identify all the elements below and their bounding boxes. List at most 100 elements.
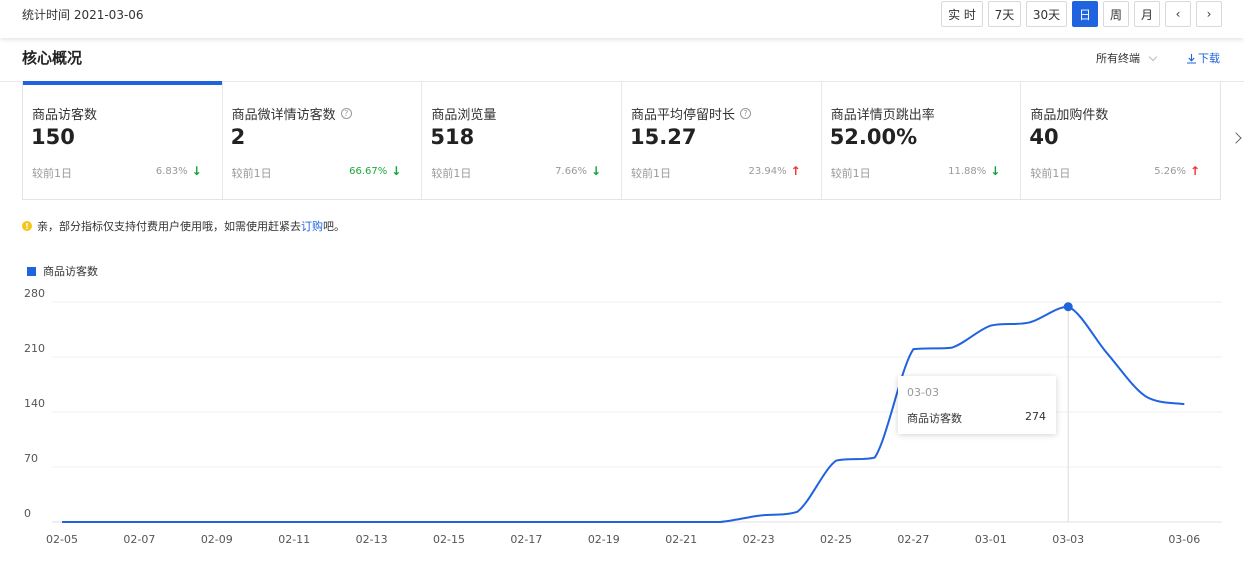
arrow-down-icon: ↓ — [990, 164, 1001, 178]
metric-change: 66.67% ↓ — [349, 165, 401, 177]
metric-value: 40 — [1029, 125, 1059, 149]
x-tick-label: 02-11 — [278, 533, 310, 546]
range-day-button[interactable]: 日 — [1072, 1, 1098, 27]
subscribe-link[interactable]: 订购 — [301, 220, 323, 233]
stat-time: 统计时间 2021-03-06 — [22, 8, 144, 22]
x-tick-label: 02-09 — [201, 533, 233, 546]
metric-value: 15.27 — [630, 125, 697, 149]
next-date-button[interactable]: › — [1196, 1, 1222, 27]
arrow-down-icon: ↓ — [391, 164, 402, 178]
x-tick-label: 02-19 — [588, 533, 620, 546]
x-tick-label: 03-03 — [1052, 533, 1084, 546]
metric-change-pct: 23.94% — [748, 165, 787, 177]
legend-label: 商品访客数 — [43, 265, 98, 278]
metric-change-pct: 6.83% — [155, 165, 188, 177]
metric-change: 5.26% ↑ — [1154, 165, 1200, 177]
metric-value: 2 — [230, 125, 246, 149]
metric-label: 商品浏览量 — [431, 108, 497, 123]
metric-change: 11.88% ↓ — [948, 165, 1000, 177]
metric-change-pct: 7.66% — [555, 165, 587, 177]
highlighted-data-point[interactable] — [1063, 302, 1073, 312]
metric-compare-label: 较前1日 — [32, 167, 72, 180]
arrow-up-icon: ↑ — [1189, 164, 1201, 178]
metric-value: 52.00% — [829, 125, 918, 149]
metric-label: 商品加购件数 — [1030, 108, 1109, 123]
metric-card[interactable]: 商品平均停留时长? 15.27 较前1日 23.94% ↑ — [622, 81, 822, 199]
metric-change: 6.83% ↓ — [156, 165, 202, 177]
chevron-left-icon: ‹ — [1175, 7, 1181, 21]
y-tick-label: 210 — [24, 342, 45, 355]
download-label: 下载 — [1198, 52, 1220, 65]
range-30-days-button[interactable]: 30天 — [1026, 1, 1067, 27]
x-tick-label: 02-05 — [46, 533, 78, 546]
metric-card[interactable]: 商品加购件数 40 较前1日 5.26% ↑ — [1021, 81, 1220, 199]
chart-tooltip: 03-03 商品访客数 274 — [898, 376, 1056, 434]
metric-compare-label: 较前1日 — [631, 167, 672, 180]
range-7-days-button[interactable]: 7天 — [988, 1, 1021, 27]
arrow-up-icon: ↑ — [790, 164, 801, 178]
metric-value: 150 — [31, 125, 75, 149]
x-tick-label: 02-23 — [743, 533, 775, 546]
metric-value: 518 — [430, 125, 475, 149]
x-tick-label: 02-25 — [820, 533, 852, 546]
metric-card[interactable]: 商品访客数 150 较前1日 6.83% ↓ — [23, 81, 223, 199]
x-tick-label: 02-07 — [123, 533, 155, 546]
time-range-group: 实 时 7天 30天 日 周 月 ‹ › — [941, 1, 1222, 27]
chevron-right-icon: › — [1206, 7, 1212, 21]
y-tick-label: 70 — [24, 452, 38, 465]
x-tick-label: 02-21 — [665, 533, 697, 546]
chart-legend[interactable]: 商品访客数 — [27, 263, 98, 279]
metric-compare-label: 较前1日 — [830, 167, 871, 180]
tooltip-series: 商品访客数 — [907, 412, 962, 425]
range-realtime-button[interactable]: 实 时 — [941, 1, 983, 27]
cards-next-arrow-icon[interactable] — [1230, 132, 1242, 144]
x-tick-label: 03-01 — [975, 533, 1007, 546]
metric-card[interactable]: 商品微详情访客数? 2 较前1日 66.67% ↓ — [223, 81, 423, 199]
metric-compare-label: 较前1日 — [231, 167, 272, 180]
notice-text: 亲，部分指标仅支持付费用户使用哦，如需使用赶紧去 — [37, 220, 301, 233]
x-tick-label: 02-17 — [510, 533, 542, 546]
tooltip-value: 274 — [1025, 410, 1046, 423]
help-icon[interactable]: ? — [340, 108, 352, 119]
metric-change: 7.66% ↓ — [555, 165, 601, 177]
metric-compare-label: 较前1日 — [1030, 167, 1071, 180]
legend-swatch — [27, 266, 36, 276]
download-link[interactable]: 下载 — [1186, 50, 1220, 66]
metric-label: 商品访客数 — [32, 108, 98, 123]
arrow-down-icon: ↓ — [590, 164, 602, 178]
tooltip-date: 03-03 — [907, 386, 939, 399]
metric-label: 商品详情页跳出率 — [830, 108, 935, 123]
y-tick-label: 140 — [24, 397, 45, 410]
metric-label: 商品微详情访客数? — [232, 104, 352, 123]
metric-label: 商品平均停留时长? — [631, 104, 752, 123]
range-month-button[interactable]: 月 — [1134, 1, 1160, 27]
metric-compare-label: 较前1日 — [431, 167, 472, 180]
section-title: 核心概况 — [22, 49, 83, 67]
range-week-button[interactable]: 周 — [1103, 1, 1129, 27]
arrow-down-icon: ↓ — [191, 164, 202, 178]
metric-cards: 商品访客数 150 较前1日 6.83% ↓ 商品微详情访客数? 2 较前1日 66.67% ↓ 商… — [22, 81, 1221, 200]
metric-change: 23.94% ↑ — [748, 165, 800, 177]
download-icon — [1187, 53, 1196, 64]
x-tick-label: 02-13 — [356, 533, 388, 546]
top-bar: 统计时间 2021-03-06 实 时 7天 30天 日 周 月 ‹ › — [0, 0, 1244, 38]
prev-date-button[interactable]: ‹ — [1165, 1, 1191, 27]
terminal-select[interactable]: 所有终端 — [1096, 50, 1158, 66]
y-tick-label: 280 — [24, 287, 45, 300]
y-tick-label: 0 — [24, 507, 31, 520]
terminal-select-value: 所有终端 — [1096, 52, 1140, 65]
metric-card[interactable]: 商品详情页跳出率 52.00% 较前1日 11.88% ↓ — [822, 81, 1022, 199]
notice-text-end: 吧。 — [323, 220, 345, 233]
paid-feature-notice: ! 亲，部分指标仅支持付费用户使用哦，如需使用赶紧去订购吧。 — [22, 218, 345, 234]
metric-change-pct: 5.26% — [1154, 165, 1186, 177]
x-tick-label: 03-06 — [1168, 533, 1200, 546]
metric-card[interactable]: 商品浏览量 518 较前1日 7.66% ↓ — [422, 81, 623, 199]
x-tick-label: 02-27 — [897, 533, 929, 546]
chevron-down-icon — [1148, 52, 1158, 61]
metric-change-pct: 11.88% — [948, 165, 987, 177]
visitors-line-chart[interactable]: 0 70 140 210 280 02-05 02-07 02-09 02-11 02-13 02-… — [0, 280, 1244, 579]
core-overview-page: 统计时间 2021-03-06 实 时 7天 30天 日 周 月 ‹ › 核心概… — [0, 0, 1244, 579]
x-tick-label: 02-15 — [433, 533, 465, 546]
help-icon[interactable]: ? — [740, 108, 752, 119]
exclamation-icon: ! — [22, 221, 32, 231]
